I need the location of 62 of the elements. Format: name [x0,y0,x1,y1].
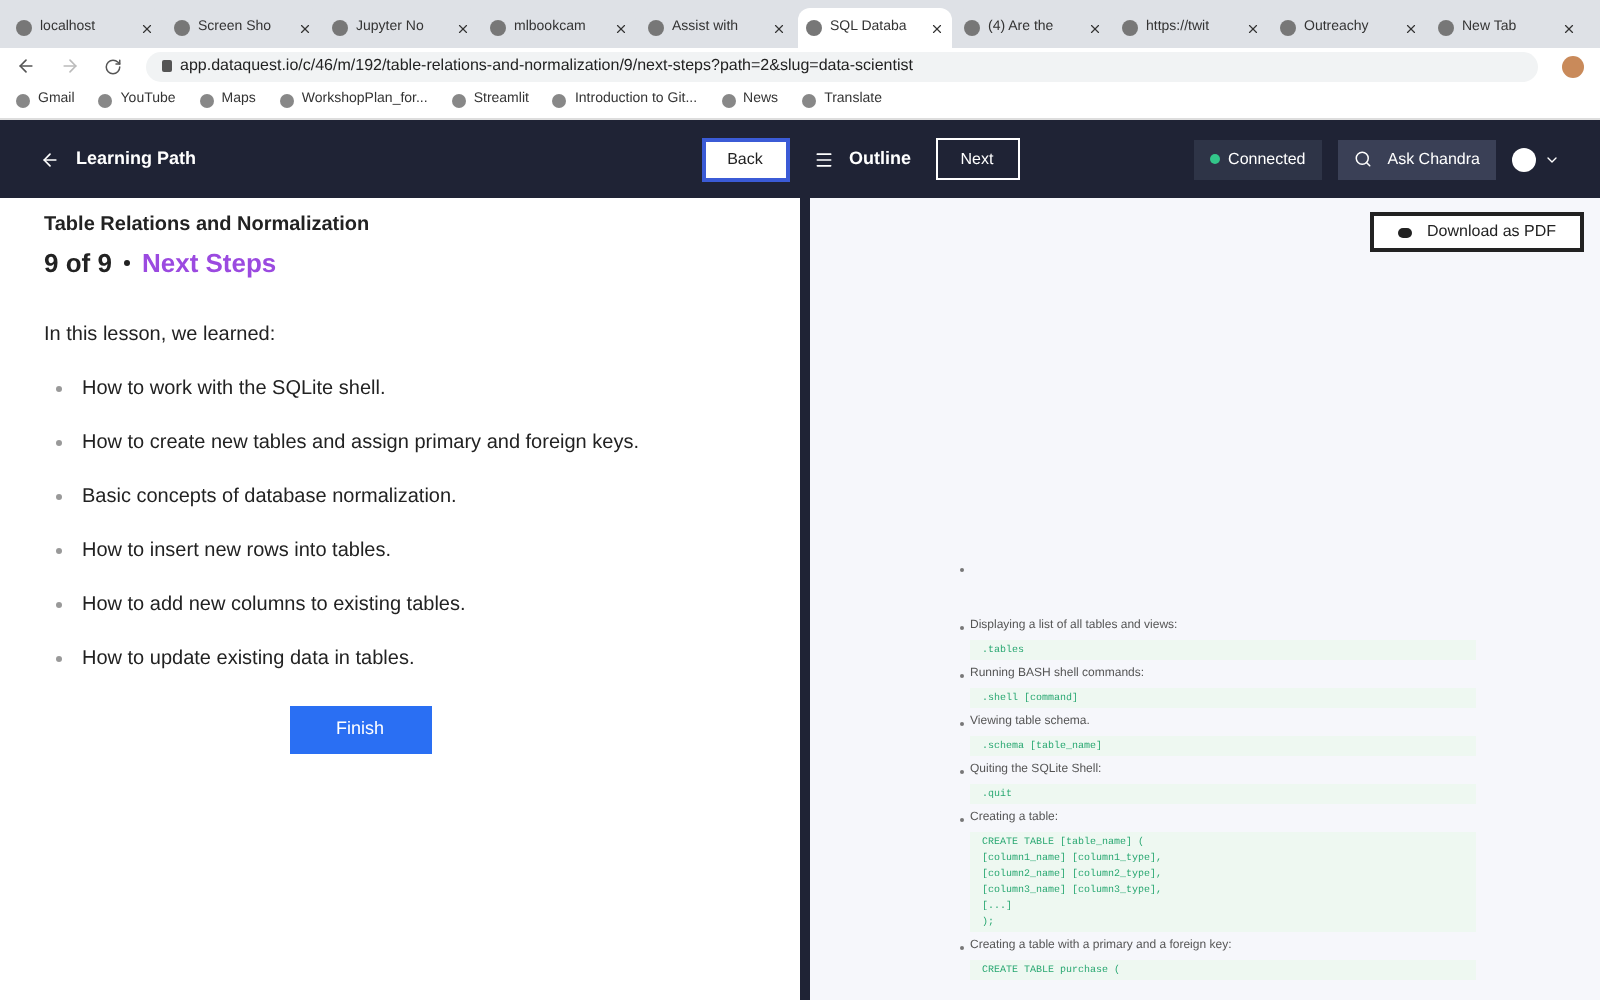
tab-favicon-icon [332,20,348,36]
tab-favicon-icon [806,20,822,36]
bookmark-favicon-icon [199,94,214,108]
bullet-icon [56,601,62,607]
bookmark-favicon-icon [279,94,294,108]
lock-icon [162,60,172,72]
close-icon[interactable] [1246,21,1260,35]
bookmark-favicon-icon [16,94,30,108]
close-icon[interactable] [456,21,470,35]
connection-status: Connected [1194,139,1322,179]
close-icon[interactable] [1562,21,1576,35]
tab-favicon-icon [1438,20,1454,36]
bookmark-favicon-icon [451,94,466,108]
tab-favicon-icon [490,20,506,36]
back-arrow-icon [40,149,60,169]
menu-icon [813,149,833,169]
intro-text: In this lesson, we learned: [44,321,278,349]
tab-favicon-icon [1280,20,1296,36]
tab-favicon-icon [174,20,190,36]
profile-avatar-icon[interactable] [1562,55,1584,77]
search-icon [1353,150,1372,168]
back-arrow-icon[interactable] [16,56,36,76]
reload-icon[interactable] [104,57,122,75]
close-icon[interactable] [298,21,312,35]
tab-favicon-icon [1122,20,1138,36]
close-icon[interactable] [930,21,944,35]
tab-favicon-icon [648,20,664,36]
course-title: Table Relations and Normalization [44,212,372,240]
ask-chandra-button[interactable]: Ask Chandra [1337,139,1496,179]
close-icon[interactable] [1088,21,1102,35]
lesson-step-title: Next Steps [141,246,277,282]
bullet-icon [56,439,62,445]
summary-point: Basic concepts of database normalization. [82,483,457,511]
back-button[interactable]: Back [701,137,789,181]
bookmark-favicon-icon [98,94,113,108]
bookmark-favicon-icon [552,94,567,108]
next-button[interactable]: Next [935,138,1019,180]
address-bar[interactable]: app.dataquest.io/c/46/m/192/table-relations-and-normalization/9/next-steps?path=2&slug=data-scientist [146,51,1538,81]
outline-button[interactable]: Outline [813,145,911,173]
close-icon[interactable] [772,21,786,35]
close-icon[interactable] [614,21,628,35]
summary-point: How to insert new rows into tables. [82,537,392,565]
bullet-icon [56,655,62,661]
url-text: app.dataquest.io/c/46/m/192/table-relations-and-normalization/9/next-steps?path=2&slug=data-scientist [180,54,913,78]
bullet-icon [56,547,62,553]
bookmark-favicon-icon [802,94,817,108]
close-icon[interactable] [140,21,154,35]
user-menu-icon[interactable] [1512,147,1560,171]
bullet-icon [56,385,62,391]
finish-button[interactable]: Finish [289,705,431,753]
download-pdf-button[interactable]: Download as PDF [1369,212,1584,252]
summary-point: How to create new tables and assign primary and foreign keys. [82,429,639,457]
tab-favicon-icon [964,20,980,36]
bullet-icon [56,493,62,499]
summary-point: How to work with the SQLite shell. [82,375,386,403]
summary-point: How to update existing data in tables. [82,645,415,673]
step-counter: 9 of 9 [44,246,112,282]
close-icon[interactable] [1404,21,1418,35]
learning-path-link[interactable]: Learning Path [40,145,640,173]
bookmark-favicon-icon [721,94,736,108]
summary-point: How to add new columns to existing tables. [82,591,466,619]
tab-favicon-icon [16,20,32,36]
